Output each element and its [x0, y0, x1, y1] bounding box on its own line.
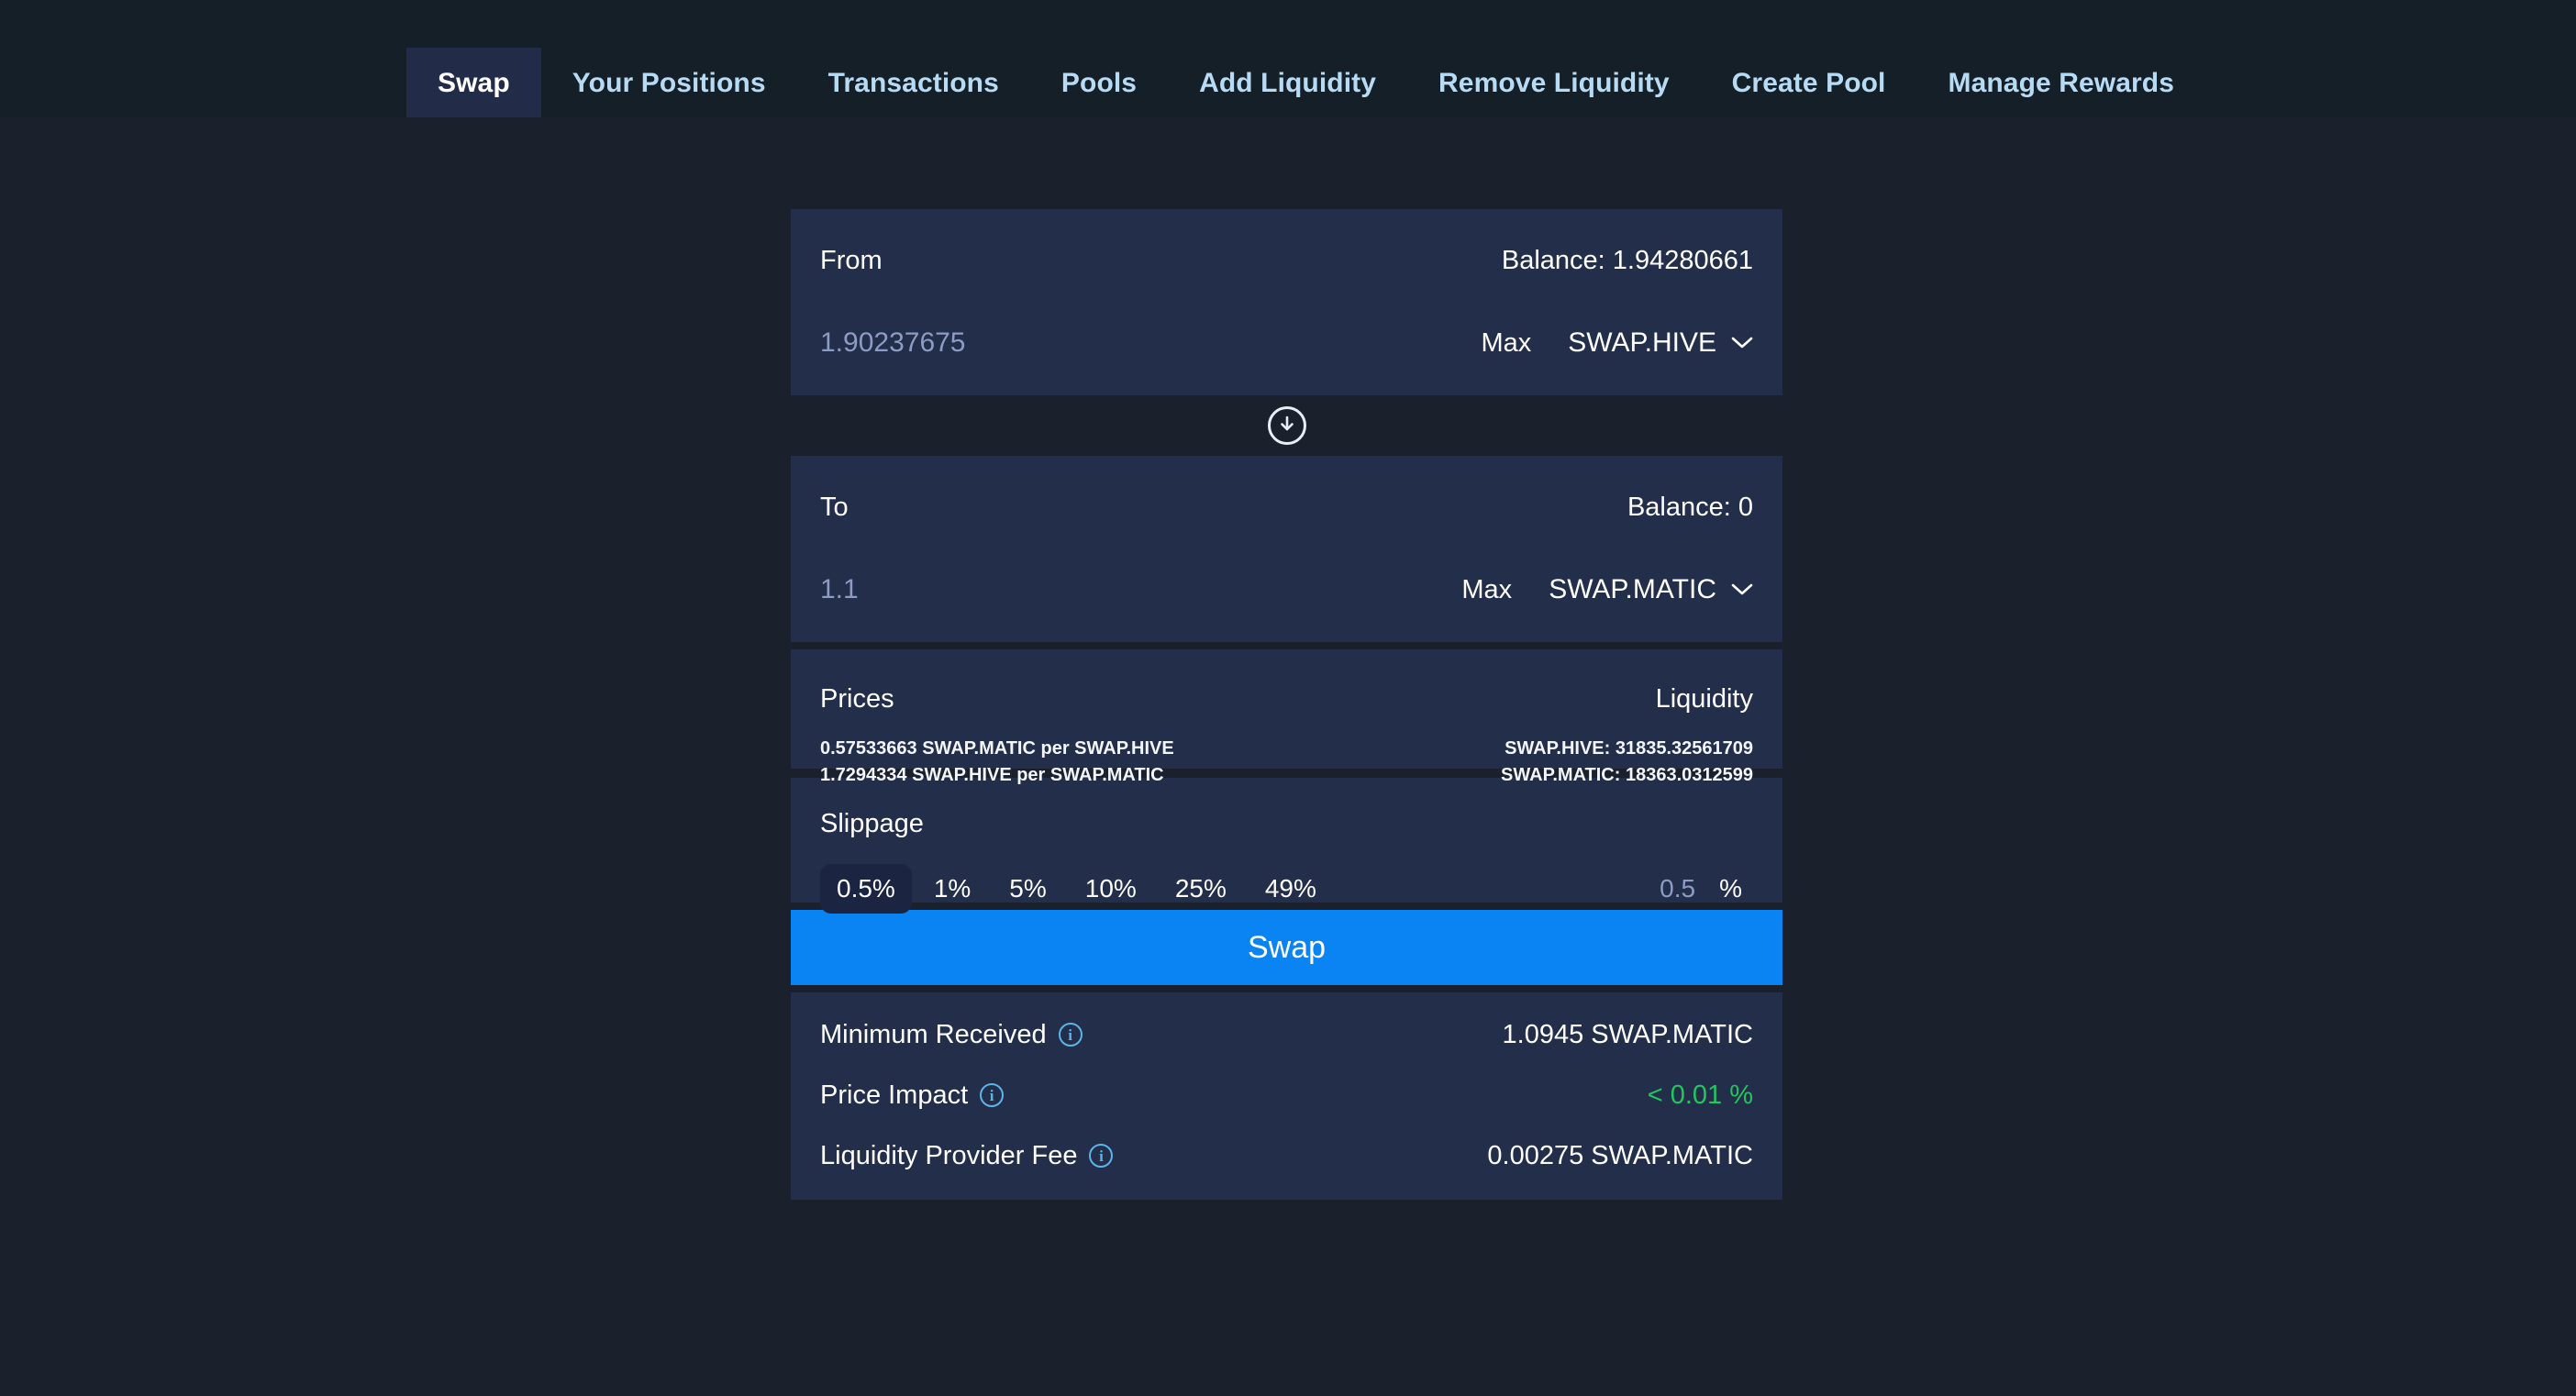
to-panel: To Balance: 0 Max SWAP.MATIC	[791, 456, 1782, 642]
swap-button[interactable]: Swap	[791, 910, 1782, 985]
liquidity-line: SWAP.HIVE: 31835.32561709	[1505, 738, 1753, 759]
swap-card: From Balance: 1.94280661 Max SWAP.HIVE	[791, 209, 1782, 1200]
price-rate-line: 0.57533663 SWAP.MATIC per SWAP.HIVE	[820, 738, 1174, 759]
swap-summary-panel: Minimum Received i 1.0945 SWAP.MATIC Pri…	[791, 992, 1782, 1200]
slippage-preset-10[interactable]: 10%	[1069, 864, 1153, 914]
from-token-label: SWAP.HIVE	[1568, 327, 1716, 358]
from-label: From	[820, 245, 883, 275]
from-header: From Balance: 1.94280661	[820, 240, 1753, 281]
from-body: Max SWAP.HIVE	[820, 321, 1753, 365]
price-rate-line: 1.7294334 SWAP.HIVE per SWAP.MATIC	[820, 764, 1164, 785]
prices-liquidity-panel: Prices Liquidity 0.57533663 SWAP.MATIC p…	[791, 649, 1782, 785]
from-controls: Max SWAP.HIVE	[1481, 327, 1753, 359]
minimum-received-label-group: Minimum Received i	[820, 1020, 1083, 1050]
to-controls: Max SWAP.MATIC	[1461, 574, 1753, 605]
price-impact-label-group: Price Impact i	[820, 1080, 1005, 1111]
main-navigation: Swap Your Positions Transactions Pools A…	[0, 0, 2576, 117]
slippage-preset-0-5[interactable]: 0.5%	[820, 864, 912, 914]
liquidity-provider-fee-value: 0.00275 SWAP.MATIC	[1487, 1140, 1753, 1170]
tab-transactions[interactable]: Transactions	[797, 48, 1030, 117]
arrow-down-icon	[1276, 413, 1298, 439]
chevron-down-icon	[1731, 583, 1753, 596]
price-impact-label: Price Impact	[820, 1080, 969, 1110]
tab-manage-rewards[interactable]: Manage Rewards	[1917, 48, 2205, 117]
slippage-presets: 0.5% 1% 5% 10% 25% 49%	[820, 864, 1333, 914]
liquidity-line: SWAP.MATIC: 18363.0312599	[1501, 764, 1753, 785]
from-token-selector[interactable]: SWAP.HIVE	[1568, 327, 1753, 359]
to-token-label: SWAP.MATIC	[1549, 574, 1716, 604]
tab-your-positions[interactable]: Your Positions	[541, 48, 797, 117]
summary-row-minimum-received: Minimum Received i 1.0945 SWAP.MATIC	[820, 1018, 1753, 1051]
to-header: To Balance: 0	[820, 487, 1753, 527]
slippage-input[interactable]	[1594, 874, 1696, 903]
from-max-button[interactable]: Max	[1481, 328, 1531, 359]
slippage-custom: %	[1594, 874, 1753, 903]
liquidity-title: Liquidity	[1655, 683, 1753, 714]
prices-list: 0.57533663 SWAP.MATIC per SWAP.HIVE 1.72…	[820, 738, 1174, 786]
from-amount-input[interactable]	[820, 327, 1371, 359]
tab-pools[interactable]: Pools	[1030, 48, 1168, 117]
to-max-button[interactable]: Max	[1461, 575, 1512, 605]
tab-remove-liquidity[interactable]: Remove Liquidity	[1407, 48, 1701, 117]
to-token-selector[interactable]: SWAP.MATIC	[1549, 574, 1753, 605]
slippage-preset-25[interactable]: 25%	[1159, 864, 1243, 914]
page-content: From Balance: 1.94280661 Max SWAP.HIVE	[0, 117, 2576, 1396]
price-impact-value: < 0.01 %	[1647, 1080, 1753, 1110]
liquidity-provider-fee-label-group: Liquidity Provider Fee i	[820, 1140, 1114, 1171]
info-icon[interactable]: i	[980, 1083, 1005, 1107]
tab-swap[interactable]: Swap	[406, 48, 541, 117]
minimum-received-value: 1.0945 SWAP.MATIC	[1502, 1019, 1753, 1049]
summary-row-liquidity-provider-fee: Liquidity Provider Fee i 0.00275 SWAP.MA…	[820, 1139, 1753, 1172]
chevron-down-icon	[1731, 337, 1753, 349]
tab-add-liquidity[interactable]: Add Liquidity	[1168, 48, 1407, 117]
slippage-panel: Slippage 0.5% 1% 5% 10% 25% 49% %	[791, 778, 1782, 914]
to-label: To	[820, 492, 849, 522]
divider	[791, 642, 1782, 649]
from-balance: Balance: 1.94280661	[1501, 245, 1753, 275]
slippage-preset-5[interactable]: 5%	[993, 864, 1062, 914]
to-balance: Balance: 0	[1627, 492, 1753, 522]
info-icon[interactable]: i	[1089, 1144, 1114, 1168]
to-amount-input[interactable]	[820, 574, 1371, 605]
minimum-received-label: Minimum Received	[820, 1019, 1047, 1049]
from-panel: From Balance: 1.94280661 Max SWAP.HIVE	[791, 209, 1782, 395]
slippage-preset-1[interactable]: 1%	[917, 864, 987, 914]
info-icon[interactable]: i	[1058, 1023, 1083, 1047]
prices-liquidity-header: Prices Liquidity	[820, 681, 1753, 717]
tab-create-pool[interactable]: Create Pool	[1701, 48, 1917, 117]
swap-direction-button[interactable]	[1267, 406, 1306, 445]
prices-title: Prices	[820, 683, 894, 714]
slippage-preset-49[interactable]: 49%	[1249, 864, 1333, 914]
to-body: Max SWAP.MATIC	[820, 568, 1753, 612]
percent-sign: %	[1719, 874, 1742, 903]
swap-direction-strip	[791, 395, 1782, 456]
divider	[791, 985, 1782, 992]
slippage-title: Slippage	[820, 809, 924, 838]
summary-row-price-impact: Price Impact i < 0.01 %	[820, 1079, 1753, 1112]
liquidity-list: SWAP.HIVE: 31835.32561709 SWAP.MATIC: 18…	[1501, 738, 1753, 786]
liquidity-provider-fee-label: Liquidity Provider Fee	[820, 1140, 1078, 1170]
